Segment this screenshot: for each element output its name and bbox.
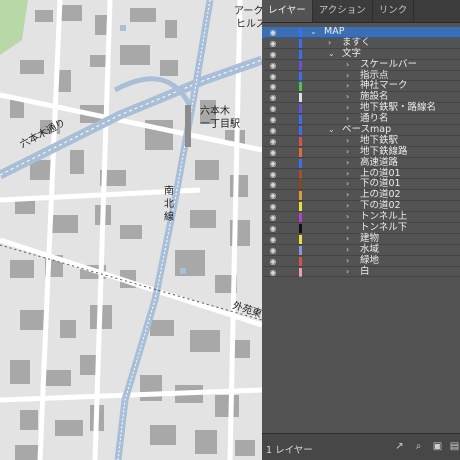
- label-nanboku-3: 線: [164, 210, 174, 223]
- new-layer-icon[interactable]: ▤: [449, 441, 460, 452]
- layer-color-swatch: [299, 245, 302, 255]
- label-ark-2: ヒルズ: [236, 17, 262, 30]
- row-divider: [264, 276, 460, 278]
- visibility-eye-icon[interactable]: ◉: [268, 104, 278, 113]
- lock-toggle[interactable]: [284, 203, 292, 210]
- lock-toggle[interactable]: [284, 247, 292, 254]
- layer-color-swatch: [299, 224, 302, 234]
- locate-object-icon[interactable]: ⌕: [413, 441, 424, 452]
- layer-color-swatch: [299, 158, 302, 168]
- lock-toggle[interactable]: [284, 192, 292, 199]
- visibility-eye-icon[interactable]: ◉: [268, 39, 278, 48]
- visibility-eye-icon[interactable]: ◉: [268, 268, 278, 277]
- visibility-eye-icon[interactable]: ◉: [268, 82, 278, 91]
- lock-toggle[interactable]: [284, 62, 292, 69]
- lock-toggle[interactable]: [284, 29, 292, 36]
- layer-color-swatch: [299, 256, 302, 266]
- layer-row[interactable]: ◉ › ますく: [262, 37, 460, 49]
- layer-row[interactable]: ◉ › 白: [262, 266, 460, 278]
- label-nanboku-2: 北: [164, 198, 174, 210]
- layer-color-swatch: [299, 191, 302, 201]
- layers-panel: レイヤー アクション リンク ◉ ⌄ MAP ◉ › ますく ◉ ⌄ 文字 ◉ › スケールバー ◉ › 指…: [262, 0, 460, 460]
- layer-color-swatch: [299, 49, 302, 59]
- layer-color-swatch: [299, 71, 302, 81]
- layer-color-swatch: [299, 267, 302, 277]
- visibility-eye-icon[interactable]: ◉: [268, 72, 278, 81]
- layer-row[interactable]: ◉ › スケールバー: [262, 59, 460, 71]
- lock-toggle[interactable]: [284, 236, 292, 243]
- layer-color-swatch: [299, 234, 302, 244]
- lock-toggle[interactable]: [284, 116, 292, 123]
- layer-color-swatch: [299, 60, 302, 70]
- visibility-eye-icon[interactable]: ◉: [268, 213, 278, 222]
- tab-layers[interactable]: レイヤー: [262, 0, 313, 22]
- visibility-eye-icon[interactable]: ◉: [268, 246, 278, 255]
- layer-color-swatch: [299, 213, 302, 223]
- lock-toggle[interactable]: [284, 149, 292, 156]
- layer-color-swatch: [299, 115, 302, 125]
- layer-row[interactable]: ◉ › 緑地: [262, 255, 460, 267]
- visibility-eye-icon[interactable]: ◉: [268, 159, 278, 168]
- layer-color-swatch: [299, 202, 302, 212]
- export-icon[interactable]: ↗: [394, 441, 405, 452]
- map-canvas[interactable]: 六本木通り 六本木 一丁目駅 南 北 線 外苑東 アーク ヒルズ: [0, 0, 262, 460]
- lock-toggle[interactable]: [284, 40, 292, 47]
- layer-color-swatch: [299, 82, 302, 92]
- lock-toggle[interactable]: [284, 127, 292, 134]
- lock-toggle[interactable]: [284, 171, 292, 178]
- visibility-eye-icon[interactable]: ◉: [268, 50, 278, 59]
- visibility-eye-icon[interactable]: ◉: [268, 170, 278, 179]
- layer-color-swatch: [299, 180, 302, 190]
- panel-tabs: レイヤー アクション リンク: [262, 0, 460, 23]
- visibility-eye-icon[interactable]: ◉: [268, 115, 278, 124]
- visibility-eye-icon[interactable]: ◉: [268, 180, 278, 189]
- visibility-eye-icon[interactable]: ◉: [268, 224, 278, 233]
- layer-color-swatch: [299, 136, 302, 146]
- lock-toggle[interactable]: [284, 181, 292, 188]
- layer-color-swatch: [299, 169, 302, 179]
- label-station-line1: 六本木: [200, 104, 230, 117]
- layer-color-swatch: [299, 126, 302, 136]
- layer-color-swatch: [299, 38, 302, 48]
- layer-color-swatch: [299, 147, 302, 157]
- lock-toggle[interactable]: [284, 214, 292, 221]
- lock-toggle[interactable]: [284, 160, 292, 167]
- layer-list: ◉ ⌄ MAP ◉ › ますく ◉ ⌄ 文字 ◉ › スケールバー ◉ › 指示点 ◉ › 神社マーク ◉ › 施設名 ◉…: [262, 26, 460, 278]
- panel-footer: 1 レイヤー ↗ ⌕ ▣ ▤: [262, 433, 460, 460]
- visibility-eye-icon[interactable]: ◉: [268, 148, 278, 157]
- visibility-eye-icon[interactable]: ◉: [268, 235, 278, 244]
- lock-toggle[interactable]: [284, 258, 292, 265]
- lock-toggle[interactable]: [284, 269, 292, 276]
- visibility-eye-icon[interactable]: ◉: [268, 257, 278, 266]
- visibility-eye-icon[interactable]: ◉: [268, 93, 278, 102]
- lock-toggle[interactable]: [284, 73, 292, 80]
- lock-toggle[interactable]: [284, 51, 292, 58]
- lock-toggle[interactable]: [284, 94, 292, 101]
- label-station-line2: 一丁目駅: [200, 118, 240, 130]
- tab-actions[interactable]: アクション: [313, 0, 373, 22]
- lock-toggle[interactable]: [284, 138, 292, 145]
- layer-count: 1 レイヤー: [266, 445, 313, 456]
- lock-toggle[interactable]: [284, 225, 292, 232]
- lock-toggle[interactable]: [284, 105, 292, 112]
- visibility-eye-icon[interactable]: ◉: [268, 191, 278, 200]
- layer-color-swatch: [299, 104, 302, 114]
- layer-row[interactable]: ◉ › 高速道路: [262, 157, 460, 169]
- visibility-eye-icon[interactable]: ◉: [268, 137, 278, 146]
- layer-color-swatch: [299, 93, 302, 103]
- lock-toggle[interactable]: [284, 83, 292, 90]
- tab-links[interactable]: リンク: [373, 0, 415, 22]
- layer-color-swatch: [299, 28, 302, 37]
- new-sublayer-icon[interactable]: ▣: [432, 441, 443, 452]
- visibility-eye-icon[interactable]: ◉: [268, 28, 278, 37]
- label-nanboku-1: 南: [164, 184, 174, 197]
- visibility-eye-icon[interactable]: ◉: [268, 61, 278, 70]
- visibility-eye-icon[interactable]: ◉: [268, 202, 278, 211]
- label-ark-1: アーク: [234, 5, 262, 17]
- visibility-eye-icon[interactable]: ◉: [268, 126, 278, 135]
- map-artwork: 六本木通り 六本木 一丁目駅 南 北 線 外苑東 アーク ヒルズ: [0, 0, 262, 460]
